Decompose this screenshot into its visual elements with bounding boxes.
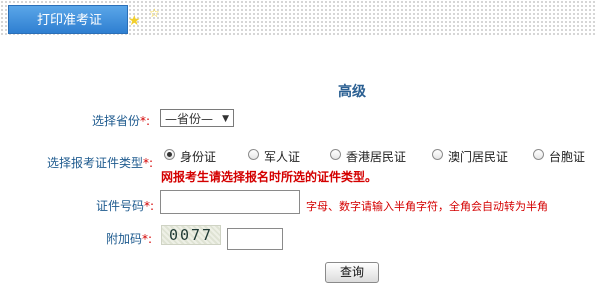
id-type-warning: 网报考生请选择报名时所选的证件类型。: [161, 170, 378, 184]
captcha-label: 附加码*:: [106, 232, 153, 246]
captcha-input[interactable]: [227, 228, 283, 250]
tab-print-admission-ticket[interactable]: 打印准考证: [8, 5, 128, 34]
id-number-label: 证件号码*:: [96, 199, 155, 213]
page-title: 高级: [338, 84, 366, 100]
star-icon: ★: [128, 13, 141, 29]
radio-label-hongkong-id: 香港居民证: [346, 150, 407, 164]
tab-bar: 打印准考证 ★ ☆: [0, 0, 597, 36]
dropdown-arrow-icon: ▼: [222, 114, 229, 124]
radio-military-id[interactable]: [248, 149, 259, 160]
radio-id-card[interactable]: [164, 149, 175, 160]
radio-label-id-card: 身份证: [180, 150, 217, 164]
id-type-label: 选择报考证件类型*:: [47, 156, 154, 170]
id-number-hint: 字母、数字请输入半角字符，全角会自动转为半角: [306, 200, 548, 213]
radio-macau-id[interactable]: [432, 149, 443, 160]
radio-label-military-id: 军人证: [264, 150, 301, 164]
radio-label-taiwan-id: 台胞证: [549, 150, 586, 164]
query-button[interactable]: 查询: [325, 262, 379, 283]
radio-taiwan-id[interactable]: [533, 149, 544, 160]
province-label: 选择省份*:: [92, 114, 151, 128]
captcha-image[interactable]: 0077: [161, 225, 221, 245]
radio-hongkong-id[interactable]: [330, 149, 341, 160]
id-number-input[interactable]: [160, 190, 300, 214]
province-selected-value: —省份—: [165, 112, 214, 126]
star-icon: ☆: [149, 6, 160, 20]
province-select[interactable]: —省份— ▼: [160, 109, 234, 127]
radio-label-macau-id: 澳门居民证: [448, 150, 509, 164]
